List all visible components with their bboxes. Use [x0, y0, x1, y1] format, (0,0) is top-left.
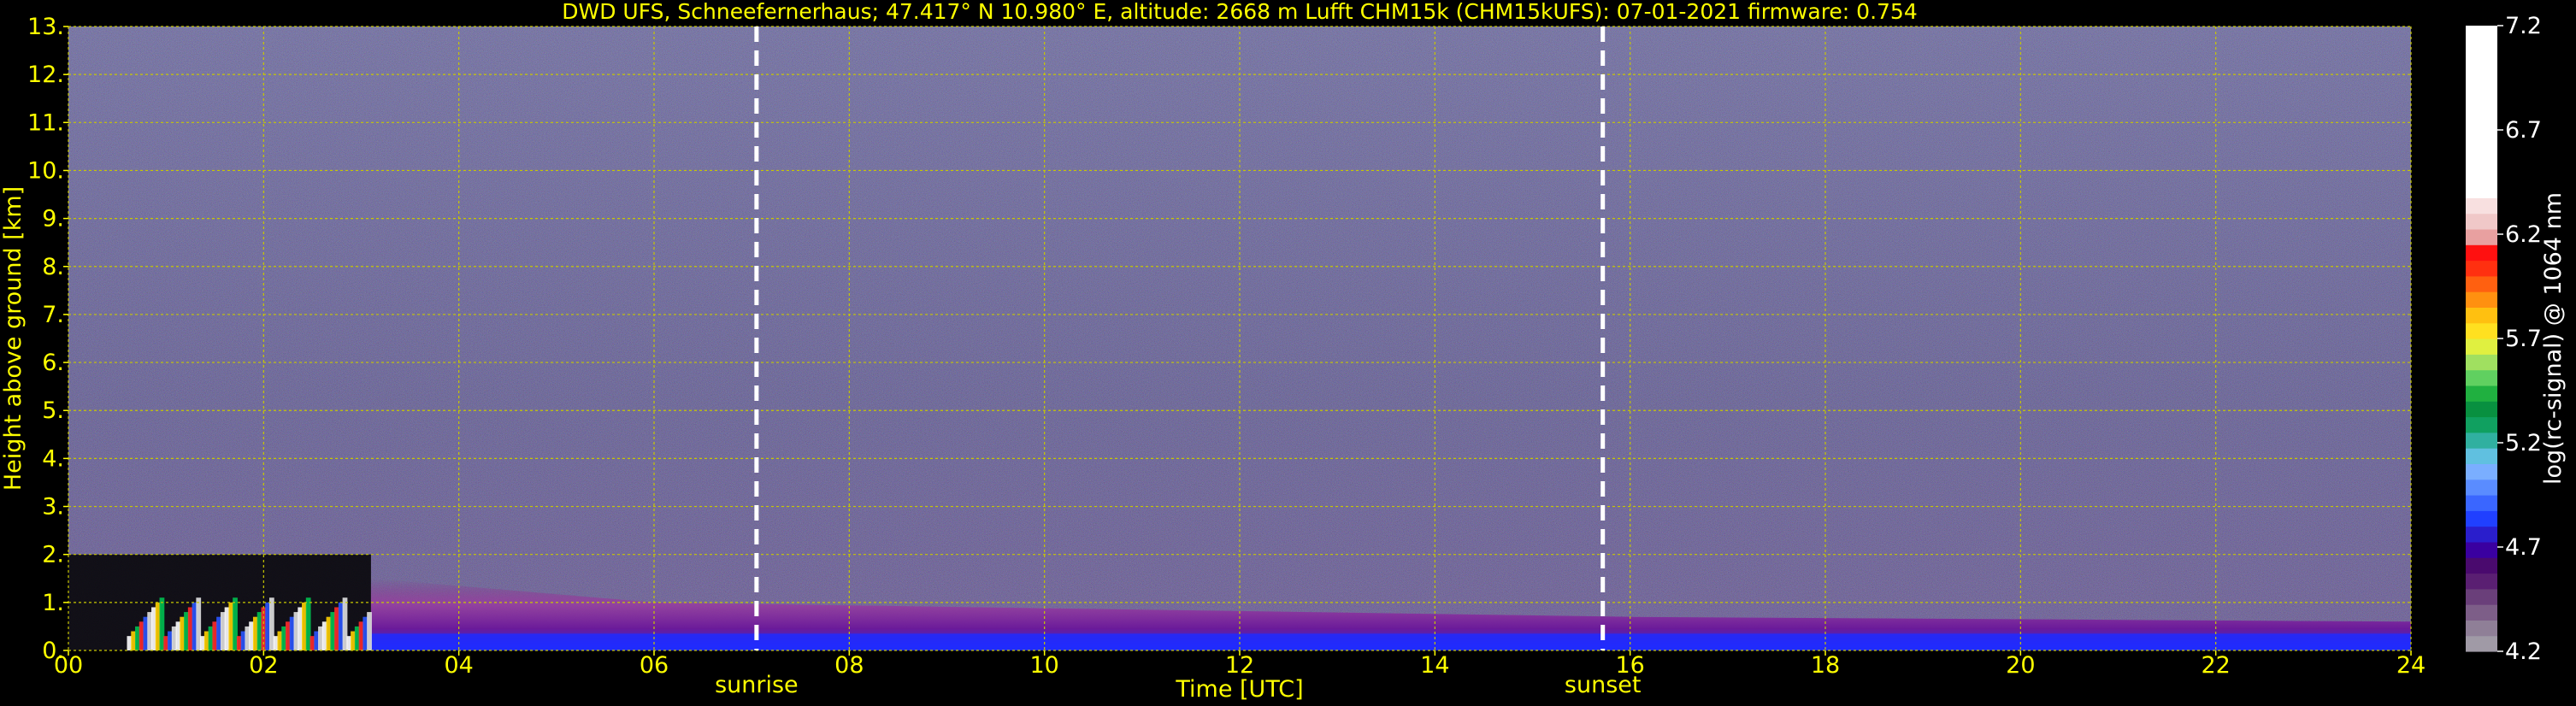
colorbar-tick-label: 6.2	[2505, 221, 2542, 248]
colorbar-swatch	[2466, 573, 2497, 590]
x-tick-label: 06	[640, 652, 669, 679]
colorbar-swatch	[2466, 479, 2497, 496]
colorbar-tick-label: 4.2	[2505, 638, 2542, 665]
colorbar-label: log(rc-signal) @ 1064 nm	[2540, 192, 2567, 485]
colorbar-swatch	[2466, 197, 2497, 215]
x-tick-label: 02	[249, 652, 278, 679]
colorbar-swatch	[2466, 213, 2497, 230]
x-tick-label: 12	[1225, 652, 1254, 679]
sunset-label: sunset	[1565, 672, 1642, 698]
ceilometer-chart: DWD UFS, Schneefernerhaus; 47.417° N 10.…	[0, 0, 2567, 703]
colorbar-swatch	[2466, 119, 2497, 136]
y-tick-label: 9.	[42, 206, 64, 232]
y-tick-label: 1.	[42, 590, 64, 616]
x-tick-label: 20	[2006, 652, 2035, 679]
colorbar-swatch	[2466, 526, 2497, 543]
y-axis-label: Height above ground [km]	[0, 186, 27, 491]
colorbar-swatch	[2466, 41, 2497, 58]
y-tick-label: 2.	[42, 542, 64, 568]
colorbar-swatches	[2466, 26, 2497, 652]
colorbar-swatch	[2466, 495, 2497, 511]
colorbar-tick-label: 4.7	[2505, 534, 2542, 561]
colorbar-tick-label: 5.7	[2505, 326, 2542, 352]
colorbar-swatch	[2466, 182, 2497, 198]
chart-title: DWD UFS, Schneefernerhaus; 47.417° N 10.…	[562, 0, 1918, 24]
x-tick-label: 08	[834, 652, 864, 679]
y-tick-label: 5.	[42, 397, 64, 424]
colorbar-swatch	[2466, 557, 2497, 574]
colorbar-swatch	[2466, 103, 2497, 121]
colorbar-tick-labels: 4.2 4.7 5.2 5.7 6.2 6.7 7.2	[2497, 13, 2542, 665]
colorbar-swatch	[2466, 401, 2497, 418]
cloud-return	[367, 612, 372, 650]
y-tick-label: 13.	[27, 14, 64, 40]
colorbar-swatch	[2466, 588, 2497, 605]
x-tick-label: 10	[1029, 652, 1058, 679]
colorbar-swatch	[2466, 291, 2497, 308]
colorbar-swatch	[2466, 432, 2497, 449]
colorbar-swatch	[2466, 56, 2497, 74]
x-tick-labels: 00 02 04 06 08 10 12 14 16 18 20 22 24	[54, 650, 2426, 679]
colorbar-swatch	[2466, 135, 2497, 151]
y-tick-labels: 0. 1. 2. 3. 4. 5. 6. 7. 8. 9. 10. 11. 12. 13.	[27, 14, 68, 664]
colorbar-swatch	[2466, 510, 2497, 527]
colorbar-swatch	[2466, 150, 2497, 168]
colorbar-swatch	[2466, 338, 2497, 355]
colorbar-swatch	[2466, 354, 2497, 371]
colorbar-swatch	[2466, 228, 2497, 245]
y-tick-label: 11.	[27, 109, 64, 136]
y-tick-label: 4.	[42, 445, 64, 472]
x-axis-label: Time [UTC]	[1175, 676, 1303, 703]
colorbar-swatch	[2466, 166, 2497, 183]
colorbar-swatch	[2466, 369, 2497, 386]
colorbar-swatch	[2466, 260, 2497, 277]
colorbar-tick-label: 6.7	[2505, 117, 2542, 144]
colorbar-tick-label: 7.2	[2505, 13, 2542, 39]
colorbar-swatch	[2466, 448, 2497, 464]
boundary-layer-band	[370, 633, 2411, 650]
y-tick-label: 10.	[27, 157, 64, 184]
colorbar-tick-label: 5.2	[2505, 430, 2542, 456]
x-tick-label: 24	[2396, 652, 2426, 679]
colorbar-swatch	[2466, 275, 2497, 292]
colorbar-swatch	[2466, 322, 2497, 339]
colorbar-swatch	[2466, 541, 2497, 558]
colorbar-swatch	[2466, 307, 2497, 324]
y-tick-label: 8.	[42, 254, 64, 280]
x-tick-label: 22	[2201, 652, 2230, 679]
plot-area	[68, 26, 2412, 651]
colorbar-swatch	[2466, 26, 2497, 42]
x-tick-label: 04	[444, 652, 473, 679]
colorbar-swatch	[2466, 385, 2497, 402]
colorbar-swatch	[2466, 72, 2497, 89]
colorbar: 4.2 4.7 5.2 5.7 6.2 6.7 7.2 log(rc-signal) @ 1…	[2466, 13, 2567, 665]
colorbar-swatch	[2466, 463, 2497, 480]
colorbar-swatch	[2466, 620, 2497, 637]
colorbar-swatch	[2466, 244, 2497, 262]
y-tick-label: 6.	[42, 350, 64, 376]
colorbar-swatch	[2466, 604, 2497, 621]
y-tick-label: 12.	[27, 62, 64, 88]
x-tick-label: 14	[1420, 652, 1449, 679]
colorbar-swatch	[2466, 416, 2497, 433]
y-tick-label: 7.	[42, 302, 64, 328]
y-tick-label: 0.	[42, 638, 64, 664]
x-tick-label: 18	[1811, 652, 1840, 679]
colorbar-swatch	[2466, 88, 2497, 105]
y-tick-label: 3.	[42, 494, 64, 521]
colorbar-swatch	[2466, 635, 2497, 652]
sunrise-label: sunrise	[715, 672, 799, 698]
